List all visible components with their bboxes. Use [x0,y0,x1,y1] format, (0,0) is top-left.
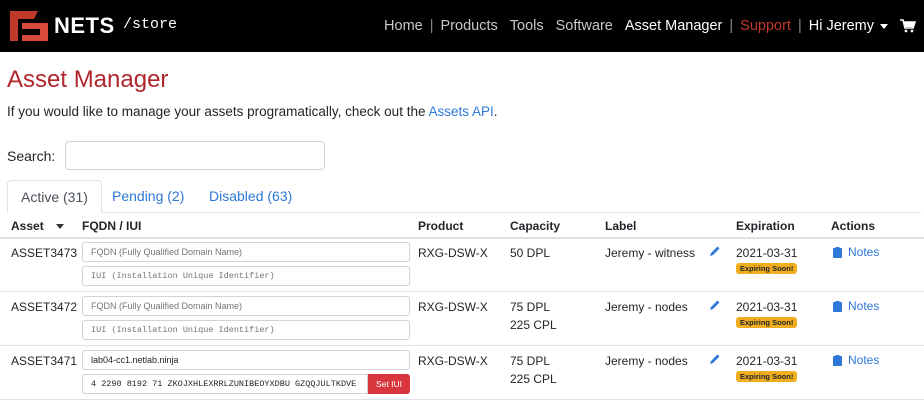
asset-id: ASSET3471 [11,354,78,368]
nav-home[interactable]: Home [378,18,429,34]
capacity-primary: 75 DPL [510,354,551,368]
capacity: 75 DPL 225 CPL [510,300,557,332]
brand-logo-mark-icon [10,11,48,41]
tab-disabled[interactable]: Disabled (63) [196,180,305,212]
asset-label: Jeremy - nodes [605,300,688,314]
set-iui-button[interactable]: Set IUI [368,374,410,394]
brand-logo-text: NETS [54,13,115,38]
assets-api-link[interactable]: Assets API [428,104,493,119]
notes-button[interactable]: Notes [833,245,879,259]
fqdn-input[interactable] [82,350,410,370]
iui-input[interactable] [82,320,410,340]
intro-text: If you would like to manage your assets … [7,104,498,119]
notes-label: Notes [848,353,880,367]
capacity-primary: 75 DPL [510,300,551,314]
clipboard-icon [833,246,842,258]
capacity-secondary: 225 CPL [510,318,557,332]
pencil-icon[interactable] [709,299,721,311]
header-fqdn-iui: FQDN / IUI [82,219,142,233]
nav-products[interactable]: Products [435,18,504,34]
header-capacity: Capacity [510,219,561,233]
table-row: ASSET3472 RXG-DSW-X 75 DPL 225 CPL Jerem… [0,291,924,346]
expiring-soon-badge: Expiring Soon! [736,317,798,328]
table-row: ASSET3471 Set IUI RXG-DSW-X 75 DPL 225 C… [0,345,924,400]
notes-button[interactable]: Notes [833,353,879,367]
asset-id: ASSET3473 [11,246,78,260]
capacity-secondary: 225 CPL [510,372,557,386]
status-tabs: Active (31) Pending (2) Disabled (63) [7,180,921,213]
cart-icon[interactable] [900,19,916,33]
header-product: Product [418,219,464,233]
clipboard-icon [833,300,842,312]
expiration: 2021-03-31 Expiring Soon! [736,246,797,274]
expiration: 2021-03-31 Expiring Soon! [736,300,797,328]
table-row: ASSET3473 RXG-DSW-X 50 DPL Jeremy - witn… [0,237,924,292]
nav-tools[interactable]: Tools [504,18,550,34]
capacity: 50 DPL [510,246,550,260]
nav-asset-manager[interactable]: Asset Manager [619,18,729,34]
page-title: Asset Manager [7,66,169,93]
nav-support[interactable]: Support [734,18,797,34]
notes-button[interactable]: Notes [833,299,879,313]
product-name: RXG-DSW-X [418,246,488,260]
user-menu[interactable]: Hi Jeremy [803,18,894,34]
table-header: Asset FQDN / IUI Product Capacity Label … [0,213,924,239]
nav-software[interactable]: Software [550,18,619,34]
tab-active[interactable]: Active (31) [7,180,102,213]
capacity: 75 DPL 225 CPL [510,354,557,386]
notes-label: Notes [848,245,880,259]
expiration: 2021-03-31 Expiring Soon! [736,354,797,382]
pencil-icon[interactable] [709,245,721,257]
asset-label: Jeremy - witness [605,246,696,260]
top-navbar: NETS /store Home | Products Tools Softwa… [0,0,924,52]
header-label: Label [605,219,637,233]
expiring-soon-badge: Expiring Soon! [736,371,798,382]
expiration-date: 2021-03-31 [736,354,798,368]
search-label: Search: [7,148,56,164]
expiration-date: 2021-03-31 [736,246,798,260]
fqdn-input[interactable] [82,242,410,262]
sort-down-icon [55,224,64,230]
fqdn-input[interactable] [82,296,410,316]
intro-prefix: If you would like to manage your assets … [7,104,429,119]
pencil-icon[interactable] [709,353,721,365]
iui-input[interactable] [82,266,410,286]
notes-label: Notes [848,299,880,313]
tab-pending[interactable]: Pending (2) [99,180,197,212]
expiration-date: 2021-03-31 [736,300,798,314]
product-name: RXG-DSW-X [418,300,488,314]
header-asset-label: Asset [11,219,44,233]
chevron-down-icon [880,23,888,29]
header-asset[interactable]: Asset [11,219,64,233]
expiring-soon-badge: Expiring Soon! [736,263,798,274]
header-expiration: Expiration [736,219,795,233]
clipboard-icon [833,354,842,366]
asset-label: Jeremy - nodes [605,354,688,368]
brand-logo[interactable]: NETS [8,9,115,43]
product-name: RXG-DSW-X [418,354,488,368]
user-menu-label: Hi Jeremy [808,18,874,34]
intro-suffix: . [493,104,498,119]
capacity-primary: 50 DPL [510,246,551,260]
store-path: /store [123,16,178,33]
header-actions: Actions [831,219,876,233]
iui-input[interactable] [82,374,368,394]
asset-id: ASSET3472 [11,300,78,314]
search-input[interactable] [65,141,325,170]
main-nav: Home | Products Tools Software Asset Man… [378,15,916,37]
